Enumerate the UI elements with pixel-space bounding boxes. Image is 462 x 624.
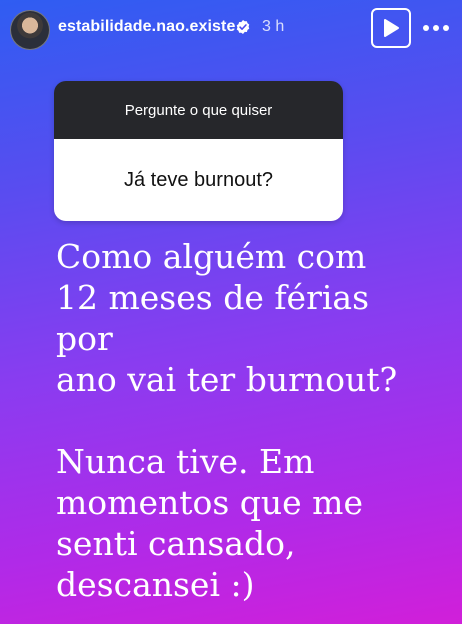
answer-line: senti cansado, [56,524,296,563]
answer-paragraph-2: Nunca tive. Em momentos que me senti can… [56,441,436,605]
verified-badge-icon [236,20,250,34]
avatar[interactable] [10,10,50,50]
answer-line: Como alguém com [56,237,367,276]
more-options-dot [433,25,439,31]
more-options-button[interactable] [420,16,452,40]
post-time: 3 h [262,18,285,35]
play-button[interactable] [371,8,411,48]
story-view[interactable]: estabilidade.nao.existe 3 h Pergunte o q… [0,0,462,624]
answer-line: momentos que me [56,483,364,522]
question-text: Já teve burnout? [54,139,343,221]
answer-text: Como alguém com 12 meses de férias por a… [56,236,436,605]
answer-paragraph-1: Como alguém com 12 meses de férias por a… [56,236,436,400]
answer-line: Nunca tive. Em [56,442,315,481]
story-header: estabilidade.nao.existe 3 h [0,0,462,58]
answer-line: ano vai ter burnout? [56,360,398,399]
answer-line: descansei :) [56,565,255,604]
more-options-dot [443,25,449,31]
question-sticker[interactable]: Pergunte o que quiser Já teve burnout? [54,81,343,221]
play-icon [384,19,399,37]
answer-line: 12 meses de férias por [56,278,370,358]
more-options-icon [423,25,429,31]
username[interactable]: estabilidade.nao.existe [58,18,235,36]
question-sticker-header: Pergunte o que quiser [54,81,343,139]
